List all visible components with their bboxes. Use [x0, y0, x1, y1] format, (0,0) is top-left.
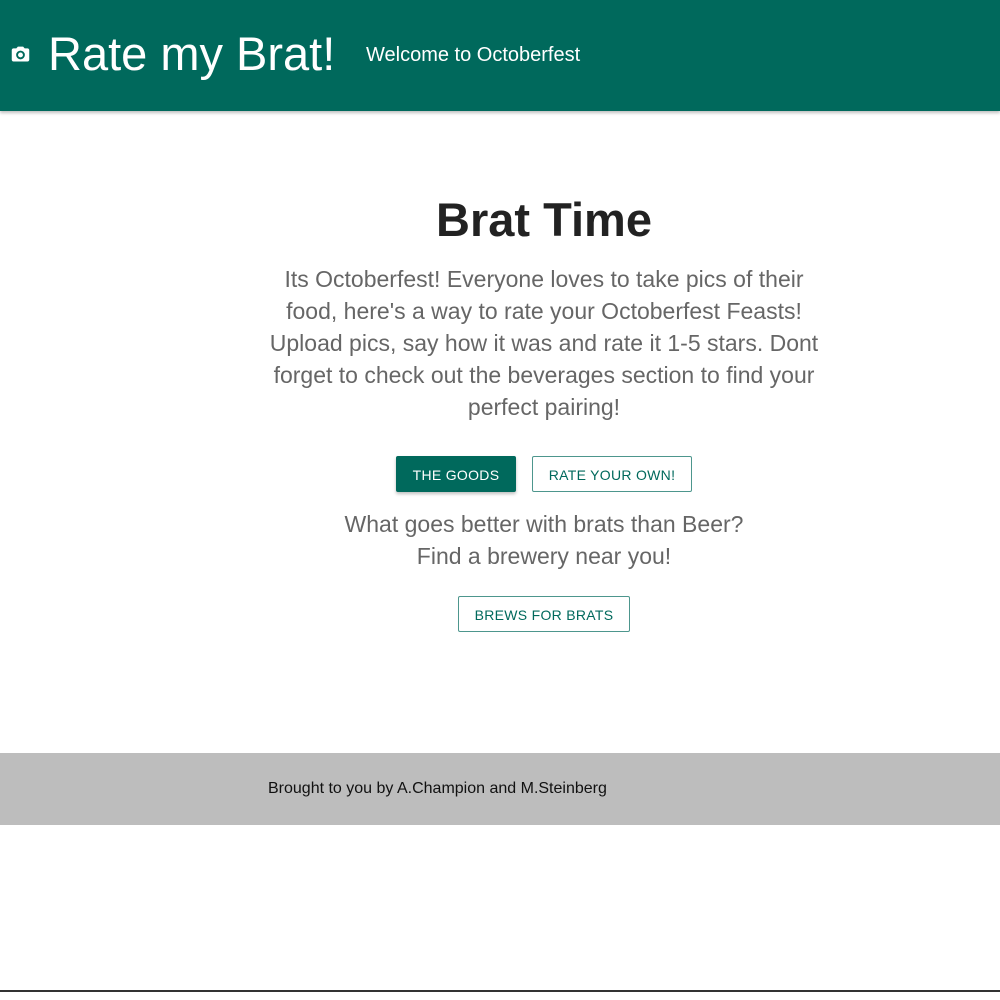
beer-prompt-line-2: Find a brewery near you!	[416, 543, 672, 569]
bottom-divider	[0, 990, 1000, 992]
app-title[interactable]: Rate my Brat!	[48, 27, 335, 81]
footer-credit: Brought to you by A.Champion and M.Stein…	[268, 780, 607, 797]
site-footer: Brought to you by A.Champion and M.Stein…	[0, 753, 1000, 825]
beer-prompt: What goes better with brats than Beer? F…	[244, 508, 844, 572]
welcome-text: Welcome to Octoberfest	[366, 44, 581, 66]
camera-icon[interactable]	[10, 44, 31, 65]
rate-your-own-button[interactable]: RATE YOUR OWN!	[532, 456, 692, 492]
page: Rate my Brat! Welcome to Octoberfest Bra…	[0, 0, 1000, 1000]
the-goods-button[interactable]: THE GOODS	[396, 456, 516, 492]
site-header: Rate my Brat! Welcome to Octoberfest	[0, 0, 1000, 111]
hero-description: Its Octoberfest! Everyone loves to take …	[269, 266, 819, 420]
beer-prompt-line-1: What goes better with brats than Beer?	[344, 511, 744, 537]
hero-title: Brat Time	[436, 193, 652, 246]
brews-for-brats-button[interactable]: BREWS FOR BRATS	[458, 596, 630, 632]
